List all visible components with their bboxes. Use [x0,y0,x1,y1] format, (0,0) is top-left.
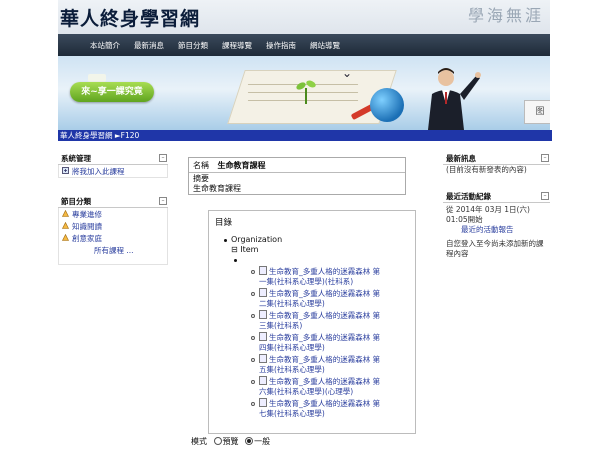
episode-link-2[interactable]: 生命教育_多重人格的迷霧森林 第二集(社科系心理學) [251,288,415,309]
nav-about[interactable]: 本站簡介 [90,40,120,51]
activity-note: 自您登入至今尚未添加新的課程內容 [446,239,544,258]
globe-icon [370,88,404,122]
collapse-icon[interactable]: – [159,154,167,162]
site-title[interactable]: 華人終身學習網 [60,4,200,31]
mode-label: 模式 [191,437,207,446]
enrol-link[interactable]: 將我加入此課程 [59,165,167,177]
toc-title: 目錄 [215,218,233,228]
presenter-figure [428,68,481,130]
course-summary: 生命教育課程 [193,184,241,193]
seal-stamp: 图 [524,100,550,124]
cta-tag [88,74,106,82]
category-item[interactable]: 知識閱讀 [59,220,167,232]
course-page: 華人終身學習網 學海無涯 本站簡介 最新消息 節目分類 課程導覽 操作指南 網站… [58,0,552,450]
mode-selector: 模式 預覽 一般 [191,436,270,447]
nav-program-categories[interactable]: 節目分類 [178,40,208,51]
scorm-icon [259,398,267,407]
toc-item-node[interactable]: ⊟ Item [231,245,258,254]
normal-radio[interactable] [245,437,254,445]
explore-course-button[interactable]: 來~享一課究竟 [70,82,154,102]
scorm-icon [259,332,267,341]
scorm-icon [259,310,267,319]
enrol-icon [62,167,69,174]
block-title: 系統管理 [61,154,91,163]
breadcrumb[interactable]: 華人終身學習網 ►F120 [58,130,552,141]
course-info-box: 名稱 生命教育課程 摘要 生命教育課程 [188,157,406,195]
normal-option-label: 一般 [254,437,271,446]
block-title: 最新訊息 [446,154,476,163]
category-icon [62,234,69,241]
all-courses-link[interactable]: 所有課程 ... [59,244,167,256]
table-of-contents: 目錄 Organization ⊟ Item 生命教育_多重人格的迷霧森林 第一… [208,210,416,434]
scorm-icon [259,288,267,297]
main-nav: 本站簡介 最新消息 節目分類 課程導覽 操作指南 網站導覽 [58,34,550,56]
activity-report-link[interactable]: 最近的活動報告 [443,225,550,235]
name-label: 名稱 [193,161,209,170]
nav-course-guide[interactable]: 課程導覽 [222,40,252,51]
course-name: 生命教育課程 [217,161,266,170]
category-item[interactable]: 專業進修 [59,208,167,220]
scorm-icon [259,376,267,385]
episode-link-4[interactable]: 生命教育_多重人格的迷霧森林 第四集(社科系心理學) [251,332,415,353]
bird-icon: ⌄ [342,66,353,80]
category-item[interactable]: 創意家庭 [59,232,167,244]
episode-link-3[interactable]: 生命教育_多重人格的迷霧森林 第三集(社科系) [251,310,415,331]
calligraphy-decoration: 學海無涯 [467,6,544,25]
news-empty-text: (目前沒有新發表的內容) [446,165,527,174]
nav-user-guide[interactable]: 操作指南 [266,40,296,51]
collapse-tree-icon[interactable]: ⊟ [231,245,238,254]
scorm-icon [259,354,267,363]
episode-link-5[interactable]: 生命教育_多重人格的迷霧森林 第五集(社科系心理學) [251,354,415,375]
collapse-icon[interactable]: – [541,154,549,162]
collapse-icon[interactable]: – [541,192,549,200]
collapse-icon[interactable]: – [159,197,167,205]
block-title: 節目分類 [61,197,91,206]
preview-radio[interactable] [213,437,222,445]
category-icon [62,222,69,229]
episode-link-6[interactable]: 生命教育_多重人格的迷霧森林 第六集(社科系心理學)(心理學) [251,376,415,397]
categories-block: 節目分類 – 專業進修 知識閱讀 創意家庭 所有課程 ... [58,195,168,265]
scorm-icon [259,266,267,275]
preview-option-label: 預覽 [222,437,239,446]
nav-site-map[interactable]: 網站導覽 [310,40,340,51]
nav-news[interactable]: 最新消息 [134,40,164,51]
block-title: 最近活動紀錄 [446,192,491,201]
recent-activity-block: 最近活動紀錄 – 從 2014年 03月 1日(六) 01:05開始 最近的活動… [443,190,550,259]
sprout-icon [296,80,316,104]
latest-news-block: 最新訊息 – (目前沒有新發表的內容) [443,152,550,175]
site-header: 華人終身學習網 學海無涯 [58,0,550,34]
activity-since: 從 2014年 03月 1日(六) 01:05開始 [446,205,530,224]
promo-banner: ⌄ 來~享一課究竟 图 [58,56,550,130]
episode-link-7[interactable]: 生命教育_多重人格的迷霧森林 第七集(社科系心理學) [251,398,415,419]
episode-link-1[interactable]: 生命教育_多重人格的迷霧森林 第一集(社科系心理學)(社科系) [251,266,415,287]
category-icon [62,210,69,217]
toc-organization: Organization [231,235,283,244]
system-management-block: 系統管理 – 將我加入此課程 [58,152,168,178]
